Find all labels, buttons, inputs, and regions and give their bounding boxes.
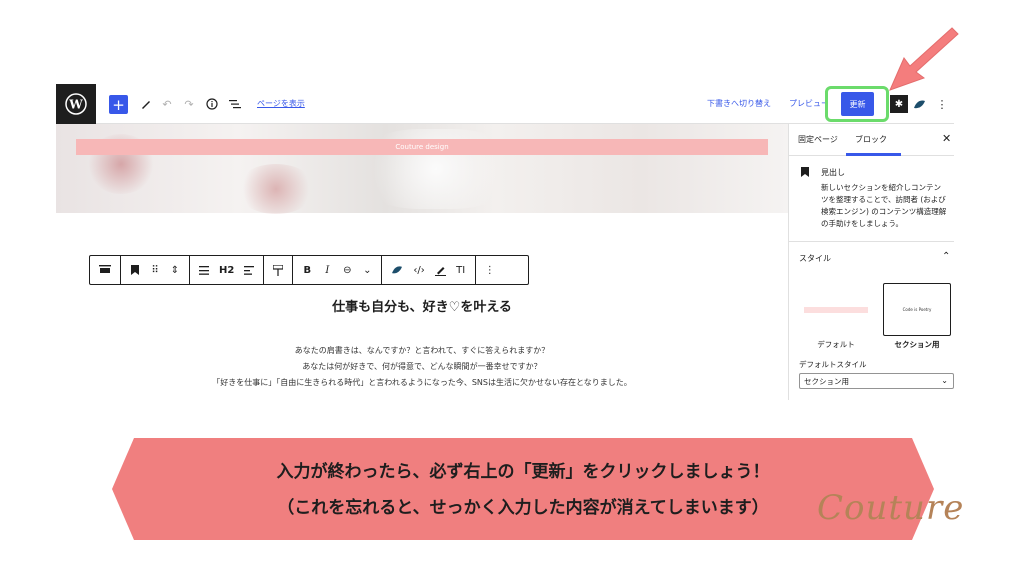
pointer-arrow-icon (889, 27, 959, 91)
chevron-up-icon[interactable]: ⌃ (942, 251, 950, 262)
drag-handle-icon[interactable]: ⠿ (150, 265, 160, 276)
italic-icon[interactable]: I (322, 265, 332, 276)
styles-panel-title[interactable]: スタイル (799, 253, 831, 264)
toolbar-group-parent (90, 256, 121, 284)
svg-text:W: W (68, 98, 83, 112)
redo-icon[interactable]: ↷ (182, 95, 196, 113)
chevron-down-icon: ⌄ (941, 376, 948, 385)
hero-band: Couture design (76, 139, 768, 155)
paragraph-line[interactable]: あなたは何が好きで、何が得意で、どんな瞬間が一番幸せですか？ (56, 361, 788, 372)
default-style-select[interactable]: セクション用 ⌄ (799, 373, 954, 389)
wordpress-logo-icon[interactable]: W (56, 84, 96, 124)
switch-to-draft-button[interactable]: 下書きへ切り替え (707, 98, 771, 109)
align-block-icon[interactable] (99, 265, 111, 275)
hero-flower-decoration (236, 164, 316, 214)
move-up-down-icon[interactable]: ⇕ (170, 265, 180, 276)
paint-roller-icon[interactable] (273, 264, 284, 276)
toolbar-group-heading: H2 (190, 256, 265, 284)
bookmark-icon[interactable] (130, 265, 140, 275)
pen-tool-icon[interactable] (139, 95, 153, 113)
default-style-label: デフォルトスタイル (799, 360, 867, 369)
editor-canvas[interactable]: Couture design ⠿ ⇕ H2 B I ⊖ ⌄ ‹/› TI ⋮ 仕… (56, 124, 788, 400)
heading-level-button[interactable]: H2 (219, 265, 234, 276)
paragraph-line[interactable]: 「好きを仕事に」「自由に生きられる時代」と言われるようになった今、SNSは生活に… (56, 377, 788, 388)
justify-icon[interactable] (199, 265, 209, 275)
block-toolbar: ⠿ ⇕ H2 B I ⊖ ⌄ ‹/› TI ⋮ (89, 255, 529, 285)
sidebar-tabs: 固定ページ ブロック ✕ (789, 124, 954, 156)
settings-sidebar: 固定ページ ブロック ✕ 見出し 新しいセクションを紹介しコンテンツを整理するこ… (788, 124, 954, 400)
block-name: 見出し (821, 168, 845, 177)
link-icon[interactable]: ⊖ (342, 265, 352, 276)
text-size-icon[interactable]: TI (456, 265, 466, 276)
paragraph-line[interactable]: あなたの肩書きは、なんですか？と言われて、すぐに答えられますか？ (56, 345, 788, 356)
close-icon[interactable]: ✕ (942, 132, 951, 145)
code-icon[interactable]: ‹/› (413, 265, 424, 276)
undo-icon[interactable]: ↶ (160, 95, 174, 113)
bookmark-icon (801, 167, 809, 180)
style-option-section[interactable]: Code is Poetry (883, 283, 951, 336)
tab-block[interactable]: ブロック (855, 134, 887, 145)
slide: W + ↶ ↷ ページを表示 下書きへ切り替え プレビュー 更新 ✱ ⋮ Cou… (0, 0, 1024, 576)
add-block-button[interactable]: + (109, 95, 128, 114)
preview-button[interactable]: プレビュー (789, 98, 825, 109)
settings-icon[interactable]: ✱ (890, 95, 908, 113)
bold-icon[interactable]: B (302, 265, 312, 276)
toolbar-group-more: ⋮ (476, 256, 504, 284)
toolbar-group-format (264, 256, 294, 284)
plugin-leaf-icon[interactable] (912, 95, 926, 113)
toolbar-group-inline: B I ⊖ ⌄ (293, 256, 383, 284)
more-options-icon[interactable]: ⋮ (485, 265, 495, 276)
style-option-default[interactable] (802, 283, 870, 336)
couture-signature-logo: Couture (817, 488, 965, 528)
instruction-banner (112, 438, 934, 540)
style-option-label-selected: セクション用 (894, 340, 940, 349)
more-options-icon[interactable]: ⋮ (936, 95, 948, 113)
block-description: 新しいセクションを紹介しコンテンツを整理することで、訪問者 (および検索エンジン… (821, 183, 947, 228)
plugin-leaf-icon[interactable] (391, 265, 403, 275)
toolbar-group-extra: ‹/› TI (382, 256, 476, 284)
tab-page[interactable]: 固定ページ (798, 134, 838, 145)
chevron-down-icon[interactable]: ⌄ (362, 265, 372, 276)
text-align-icon[interactable] (244, 265, 255, 275)
divider (789, 241, 954, 242)
section-heading[interactable]: 仕事も自分も、好き♡を叶える (56, 296, 788, 315)
toolbar-group-block: ⠿ ⇕ (121, 256, 190, 284)
info-icon[interactable] (205, 95, 219, 113)
hero-image: Couture design (56, 124, 788, 214)
active-tab-indicator (846, 153, 901, 156)
list-view-icon[interactable] (228, 95, 242, 113)
default-style-value: セクション用 (804, 376, 849, 386)
instruction-line-1: 入力が終わったら、必ず右上の「更新」をクリックしましょう！ (276, 462, 770, 482)
highlighter-icon[interactable] (434, 265, 446, 276)
style-option-label: デフォルト (817, 340, 855, 349)
view-page-link[interactable]: ページを表示 (257, 98, 305, 109)
instruction-line-2: （これを忘れると、せっかく入力した内容が消えてしまいます） (277, 498, 769, 518)
